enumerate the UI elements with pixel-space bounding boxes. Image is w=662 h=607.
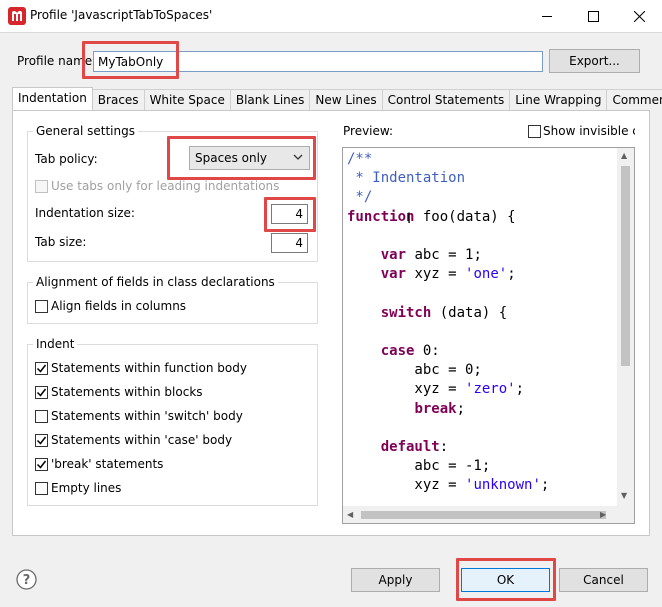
tab-new-lines[interactable]: New Lines	[310, 89, 383, 110]
align-fields-checkbox[interactable]	[35, 300, 48, 313]
tab-size-label: Tab size:	[35, 235, 87, 249]
app-logo-icon	[8, 7, 26, 25]
indent-checkbox-label: Statements within function body	[51, 361, 247, 375]
indentation-size-highlight	[264, 197, 316, 232]
scroll-down-icon[interactable]: ▼	[621, 491, 627, 500]
tab-size-input[interactable]: 4	[271, 233, 308, 253]
indent-checkbox-label: Empty lines	[51, 481, 122, 495]
indent-checkbox-label: 'break' statements	[51, 457, 164, 471]
close-button[interactable]	[616, 0, 662, 32]
indent-checkbox[interactable]	[35, 410, 48, 423]
horizontal-scroll-thumb[interactable]	[361, 511, 606, 519]
indent-checkbox[interactable]	[35, 482, 48, 495]
ok-highlight	[456, 558, 556, 601]
indentation-size-label: Indentation size:	[35, 206, 135, 220]
preview-vertical-scrollbar[interactable]: ▲ ▼	[617, 148, 634, 506]
checkmark-icon	[36, 364, 47, 373]
scroll-up-icon[interactable]: ▲	[621, 151, 627, 160]
apply-button[interactable]: Apply	[351, 568, 440, 592]
profile-name-highlight	[82, 41, 179, 79]
general-settings-title: General settings	[33, 124, 138, 138]
checkmark-icon	[36, 460, 47, 469]
preview-code: /** * Indentation */ function foo(data) …	[347, 151, 550, 494]
alignment-title: Alignment of fields in class declaration…	[33, 275, 278, 289]
scroll-left-icon[interactable]: ◀	[347, 510, 353, 519]
use-tabs-label: Use tabs only for leading indentations	[51, 179, 280, 193]
checkmark-icon	[36, 436, 47, 445]
close-icon	[633, 10, 645, 22]
tab-indentation[interactable]: Indentation	[12, 87, 93, 110]
use-tabs-checkbox[interactable]	[35, 180, 48, 193]
tab-policy-label: Tab policy:	[35, 152, 98, 166]
preview-pane[interactable]: /** * Indentation */ function foo(data) …	[342, 147, 635, 524]
minimize-button[interactable]	[524, 0, 570, 32]
align-fields-label: Align fields in columns	[51, 299, 187, 313]
indent-checkbox-label: Statements within 'switch' body	[51, 409, 243, 423]
tab-blank-lines[interactable]: Blank Lines	[230, 89, 311, 110]
cancel-button[interactable]: Cancel	[559, 568, 648, 592]
help-icon[interactable]: ?	[16, 569, 37, 590]
tab-comments[interactable]: Comments	[607, 89, 662, 110]
show-invisible-label: Show invisible ch	[543, 124, 635, 138]
indent-checkbox[interactable]	[35, 386, 48, 399]
tab-line-wrapping[interactable]: Line Wrapping	[510, 89, 608, 110]
vertical-scroll-thumb[interactable]	[621, 166, 630, 366]
indent-checkbox[interactable]	[35, 434, 48, 447]
checkmark-icon	[36, 388, 47, 397]
svg-text:?: ?	[23, 573, 31, 588]
maximize-icon	[587, 10, 599, 22]
indent-title: Indent	[33, 337, 78, 351]
indent-checkbox-label: Statements within blocks	[51, 385, 203, 399]
tab-policy-highlight	[167, 136, 316, 180]
show-invisible-checkbox[interactable]	[528, 125, 541, 138]
tab-white-space[interactable]: White Space	[144, 89, 231, 110]
maximize-button[interactable]	[570, 0, 616, 32]
preview-label: Preview:	[343, 124, 394, 138]
indent-checkbox-label: Statements within 'case' body	[51, 433, 233, 447]
indent-checkbox[interactable]	[35, 362, 48, 375]
export-button[interactable]: Export...	[549, 49, 640, 73]
preview-horizontal-scrollbar[interactable]: ◀ ▶	[343, 506, 634, 523]
window-title: Profile 'JavascriptTabToSpaces'	[30, 8, 213, 22]
scroll-right-icon[interactable]: ▶	[600, 510, 606, 519]
tab-bar: Indentation Braces White Space Blank Lin…	[12, 87, 662, 110]
minimize-icon	[541, 15, 552, 17]
tab-braces[interactable]: Braces	[92, 89, 145, 110]
tab-control-statements[interactable]: Control Statements	[382, 89, 511, 110]
indent-checkbox[interactable]	[35, 458, 48, 471]
text-cursor-icon: I	[407, 211, 412, 227]
